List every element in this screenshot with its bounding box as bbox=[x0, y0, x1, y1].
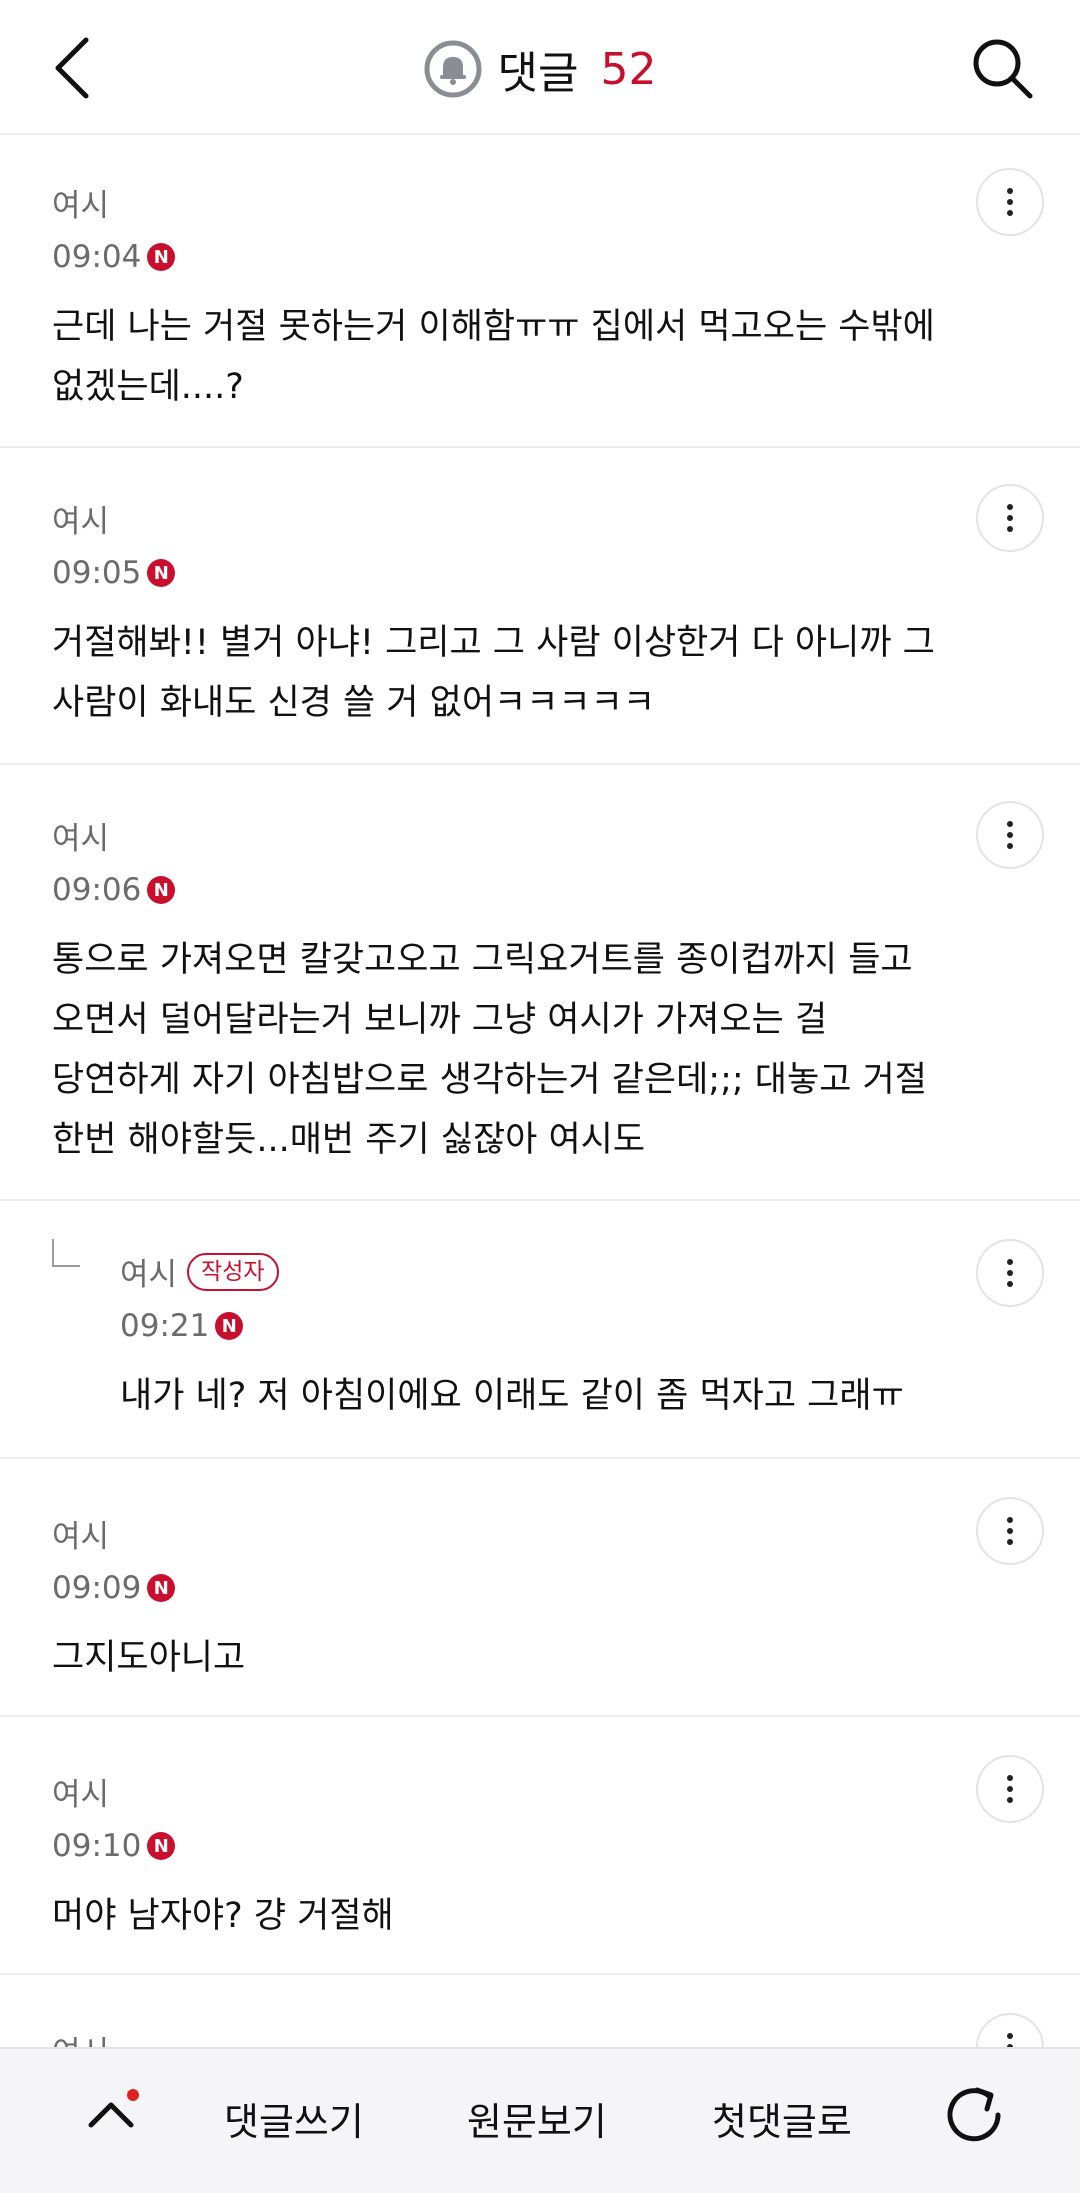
more-options-button[interactable] bbox=[976, 1497, 1044, 1565]
more-options-button[interactable] bbox=[976, 1239, 1044, 1307]
new-badge: N bbox=[147, 559, 176, 587]
comment-item: 여시 09:05 N 거절해봐!! 별거 아냐! 그리고 그 사람 이상한거 다… bbox=[0, 448, 1080, 765]
comment-meta: 09:09 N bbox=[52, 1570, 1028, 1606]
comment-author: 여시 bbox=[52, 1769, 1028, 1814]
more-options-button[interactable] bbox=[976, 168, 1044, 236]
comment-line: 머야 남자야? 걍 거절해 bbox=[52, 1896, 394, 1936]
more-vertical-icon-dot bbox=[1007, 1786, 1013, 1792]
comment-line: 사람이 화내도 신경 쓸 거 없어ㅋㅋㅋㅋㅋ bbox=[52, 683, 656, 723]
comment-item: 여시 09:04 N 근데 나는 거절 못하는거 이해함ㅠㅠ 집에서 먹고오는 … bbox=[0, 136, 1080, 448]
comment-author: 여시 bbox=[52, 1511, 1028, 1556]
comment-time: 09:05 bbox=[52, 555, 142, 591]
more-vertical-icon bbox=[1007, 1517, 1013, 1523]
comment-meta: 09:06 N bbox=[52, 872, 1028, 908]
title-label: 댓글 bbox=[497, 48, 579, 99]
author-name: 여시 bbox=[52, 1777, 110, 1813]
more-vertical-icon-dot bbox=[1007, 1281, 1013, 1287]
more-vertical-icon-dot bbox=[1007, 210, 1013, 216]
more-vertical-icon-dot bbox=[1007, 1797, 1013, 1803]
more-vertical-icon-dot bbox=[1007, 515, 1013, 521]
notification-dot bbox=[127, 2089, 139, 2101]
comment-text: 통으로 가져오면 칼갖고오고 그릭요거트를 종이컵까지 들고 오면서 덜어달라는… bbox=[52, 930, 1028, 1170]
comment-item: 여시 09:09 N 그지도아니고 bbox=[0, 1459, 1080, 1717]
more-vertical-icon bbox=[1007, 504, 1013, 510]
bell-icon[interactable] bbox=[424, 40, 482, 98]
top-app-bar: 댓글 52 bbox=[0, 0, 1080, 135]
comment-author: 여시 bbox=[52, 496, 1028, 541]
reply-indicator-icon bbox=[52, 1239, 80, 1267]
more-options-button[interactable] bbox=[976, 1755, 1044, 1823]
write-comment-button[interactable]: 댓글쓰기 bbox=[224, 2091, 364, 2146]
comment-line: 한번 해야할듯...매번 주기 싫잖아 여시도 bbox=[52, 1120, 646, 1160]
comment-meta: 09:10 N bbox=[52, 1828, 1028, 1864]
search-button[interactable] bbox=[964, 30, 1040, 106]
more-vertical-icon-dot bbox=[1007, 843, 1013, 849]
comment-author: 여시 bbox=[52, 180, 1028, 225]
refresh-icon bbox=[947, 2087, 1001, 2142]
more-vertical-icon-dot bbox=[1007, 526, 1013, 532]
comment-list: 여시 09:04 N 근데 나는 거절 못하는거 이해함ㅠㅠ 집에서 먹고오는 … bbox=[0, 136, 1080, 2135]
new-badge: N bbox=[147, 1832, 176, 1860]
comment-line: 거절해봐!! 별거 아냐! 그리고 그 사람 이상한거 다 아니까 그 bbox=[52, 623, 935, 663]
comment-time: 09:10 bbox=[52, 1828, 142, 1864]
comment-line: 통으로 가져오면 칼갖고오고 그릭요거트를 종이컵까지 들고 bbox=[52, 940, 913, 980]
more-vertical-icon-dot bbox=[1007, 1528, 1013, 1534]
reply-item: 여시 작성자 09:21 N 내가 네? 저 아침이에요 이래도 같이 좀 먹자… bbox=[0, 1201, 1080, 1459]
comment-meta: 09:21 N bbox=[120, 1308, 1028, 1344]
comment-count: 52 bbox=[600, 43, 657, 95]
new-badge: N bbox=[147, 243, 176, 271]
comment-item: 여시 09:10 N 머야 남자야? 걍 거절해 bbox=[0, 1717, 1080, 1975]
more-vertical-icon-dot bbox=[1007, 199, 1013, 205]
more-vertical-icon bbox=[1007, 2033, 1013, 2039]
chevron-up-icon bbox=[88, 2102, 134, 2128]
comment-line: 오면서 덜어달라는거 보니까 그냥 여시가 가져오는 걸 bbox=[52, 1000, 828, 1040]
comment-line: 그지도아니고 bbox=[52, 1638, 246, 1678]
comment-line: 근데 나는 거절 못하는거 이해함ㅠㅠ 집에서 먹고오는 수밖에 bbox=[52, 307, 935, 347]
author-name: 여시 bbox=[52, 504, 110, 540]
page-title: 댓글 52 bbox=[0, 38, 1080, 100]
comment-text: 내가 네? 저 아침이에요 이래도 같이 좀 먹자고 그래ㅠ bbox=[120, 1366, 1028, 1426]
author-name: 여시 bbox=[52, 188, 110, 224]
more-vertical-icon bbox=[1007, 821, 1013, 827]
new-badge: N bbox=[215, 1312, 244, 1340]
more-vertical-icon-dot bbox=[1007, 1539, 1013, 1545]
view-original-button[interactable]: 원문보기 bbox=[467, 2091, 607, 2146]
comment-line: 없겠는데....? bbox=[52, 367, 244, 407]
comment-time: 09:21 bbox=[120, 1308, 210, 1344]
author-badge: 작성자 bbox=[187, 1252, 279, 1291]
new-badge: N bbox=[147, 1574, 176, 1602]
comment-time: 09:04 bbox=[52, 239, 142, 275]
comment-item: 여시 09:06 N 통으로 가져오면 칼갖고오고 그릭요거트를 종이컵까지 들… bbox=[0, 765, 1080, 1201]
search-icon bbox=[973, 39, 1033, 99]
first-comment-button[interactable]: 첫댓글로 bbox=[712, 2091, 852, 2146]
comment-line: 내가 네? 저 아침이에요 이래도 같이 좀 먹자고 그래ㅠ bbox=[120, 1376, 904, 1416]
new-badge: N bbox=[147, 876, 176, 904]
more-vertical-icon bbox=[1007, 188, 1013, 194]
comment-time: 09:06 bbox=[52, 872, 142, 908]
comment-time: 09:09 bbox=[52, 1570, 142, 1606]
comment-line: 당연하게 자기 아침밥으로 생각하는거 같은데;;; 대놓고 거절 bbox=[52, 1060, 927, 1100]
comment-meta: 09:05 N bbox=[52, 555, 1028, 591]
author-name: 여시 bbox=[52, 821, 110, 857]
comment-author: 여시 작성자 bbox=[120, 1249, 1028, 1294]
refresh-button[interactable] bbox=[938, 2079, 1010, 2151]
more-options-button[interactable] bbox=[976, 484, 1044, 552]
more-vertical-icon-dot bbox=[1007, 832, 1013, 838]
more-vertical-icon bbox=[1007, 1775, 1013, 1781]
more-options-button[interactable] bbox=[976, 801, 1044, 869]
comment-text: 그지도아니고 bbox=[52, 1628, 1028, 1688]
comment-author: 여시 bbox=[52, 813, 1028, 858]
author-name: 여시 bbox=[120, 1257, 178, 1293]
comment-text: 근데 나는 거절 못하는거 이해함ㅠㅠ 집에서 먹고오는 수밖에 없겠는데...… bbox=[52, 297, 1028, 417]
author-name: 여시 bbox=[52, 1519, 110, 1555]
comment-meta: 09:04 N bbox=[52, 239, 1028, 275]
comment-text: 머야 남자야? 걍 거절해 bbox=[52, 1886, 1028, 1946]
more-vertical-icon-dot bbox=[1007, 1270, 1013, 1276]
bottom-toolbar: 댓글쓰기 원문보기 첫댓글로 bbox=[0, 2047, 1080, 2193]
more-vertical-icon bbox=[1007, 1259, 1013, 1265]
comment-text: 거절해봐!! 별거 아냐! 그리고 그 사람 이상한거 다 아니까 그 사람이 … bbox=[52, 613, 1028, 733]
